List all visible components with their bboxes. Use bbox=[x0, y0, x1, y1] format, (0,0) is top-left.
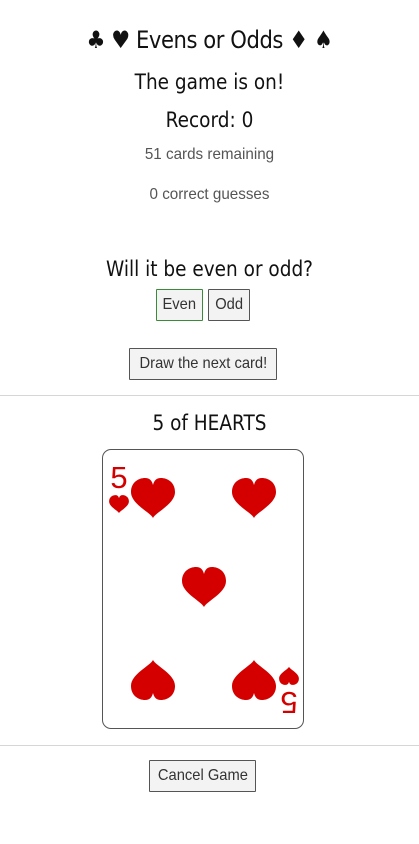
record-score: Record: 0 bbox=[165, 108, 254, 132]
card-name: 5 of HEARTS bbox=[152, 411, 267, 435]
cancel-game-label: Cancel Game bbox=[157, 767, 248, 784]
pip-heart-icon bbox=[131, 660, 175, 700]
divider bbox=[0, 745, 419, 746]
app-title: ♣ ♥ Evens or Odds ♦ ♠ bbox=[86, 26, 333, 54]
corner-rank-bottom: 5 bbox=[280, 685, 297, 720]
draw-card-label: Draw the next card! bbox=[139, 355, 267, 372]
draw-card-button[interactable]: Draw the next card! bbox=[129, 348, 277, 380]
odd-button[interactable]: Odd bbox=[208, 289, 250, 321]
corner-rank-top: 5 bbox=[110, 460, 127, 495]
pip-heart-icon bbox=[232, 478, 276, 518]
game-status: The game is on! bbox=[134, 70, 285, 94]
correct-guesses: 0 correct guesses bbox=[149, 186, 270, 203]
corner-heart-icon-top bbox=[109, 495, 129, 514]
divider bbox=[0, 395, 419, 396]
pip-heart-icon bbox=[232, 660, 276, 700]
cards-remaining: 51 cards remaining bbox=[144, 146, 275, 163]
pip-heart-icon bbox=[182, 567, 226, 607]
even-button[interactable]: Even bbox=[156, 289, 203, 321]
pip-heart-icon bbox=[131, 478, 175, 518]
cancel-game-button[interactable]: Cancel Game bbox=[149, 760, 256, 792]
even-button-label: Even bbox=[162, 296, 197, 313]
odd-button-label: Odd bbox=[215, 296, 243, 313]
card-face: 5 5 bbox=[109, 460, 299, 720]
corner-heart-icon-bottom bbox=[279, 666, 299, 685]
playing-card: 5 5 bbox=[102, 449, 304, 729]
guess-question: Will it be even or odd? bbox=[106, 257, 313, 281]
